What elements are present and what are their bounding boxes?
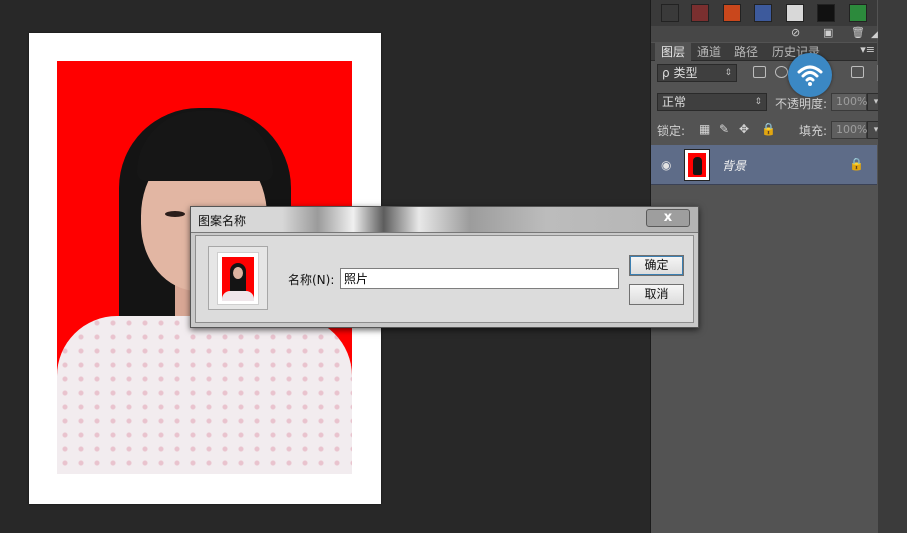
blend-mode-value: 正常 <box>662 95 687 109</box>
swatch-5[interactable] <box>817 4 835 22</box>
blend-row: 正常 ⇕ 不透明度: 100% ▾ <box>657 93 885 113</box>
tab-paths[interactable]: 路径 <box>728 43 764 61</box>
close-button[interactable]: x <box>646 209 690 227</box>
updown-arrow-icon: ⇕ <box>754 97 762 107</box>
photo-eye-left <box>165 211 185 217</box>
pattern-preview <box>208 246 268 310</box>
panel-tabs: 图层 通道 路径 历史记录 ▾≡ <box>651 43 877 61</box>
name-input[interactable] <box>340 268 619 289</box>
trash-icon[interactable]: 🗑 <box>851 26 865 39</box>
lock-move-icon[interactable]: ✥ <box>739 123 751 135</box>
wifi-icon[interactable] <box>788 53 832 97</box>
new-icon[interactable]: ▣ <box>823 26 833 39</box>
panel-menu-icon[interactable]: ▾≡ <box>860 43 875 56</box>
filter-pixel-icon[interactable] <box>753 66 766 78</box>
layers-list: ◉ 背景 🔒 <box>651 145 877 533</box>
lock-all-icon[interactable]: 🔒 <box>761 123 776 135</box>
filter-kind-label: 类型 <box>673 66 698 80</box>
swatch-bar <box>651 0 877 26</box>
tab-layers[interactable]: 图层 <box>655 43 692 61</box>
lock-transparent-icon[interactable]: ▦ <box>699 123 711 135</box>
updown-arrow-icon: ⇕ <box>724 68 732 78</box>
search-icon: ρ <box>662 66 670 80</box>
fill-input[interactable]: 100% <box>831 121 867 139</box>
swatch-2[interactable] <box>723 4 741 22</box>
filter-adjust-icon[interactable] <box>775 66 788 78</box>
lock-row: 锁定: ▦ ✎ ✥ 🔒 填充: 100% ▾ <box>657 121 885 141</box>
eye-icon[interactable]: ◉ <box>661 158 675 172</box>
swatch-actions-row: ⊘ ▣ 🗑 ◢ <box>651 26 878 42</box>
photoshop-window: ⊘ ▣ 🗑 ◢ 图层 通道 路径 历史记录 ▾≡ ρ 类型 ⇕ 正常 ⇕ 不透明… <box>0 0 907 533</box>
ok-button[interactable]: 确定 <box>629 255 684 276</box>
photo-shirt-pattern <box>57 316 352 474</box>
lock-icon: 🔒 <box>849 157 864 171</box>
filter-smart-icon[interactable] <box>851 66 864 78</box>
fill-label: 填充: <box>799 124 828 138</box>
swatch-6[interactable] <box>849 4 867 22</box>
layer-thumbnail <box>684 149 710 181</box>
swatch-4[interactable] <box>786 4 804 22</box>
resize-icon[interactable]: ◢ <box>871 30 878 40</box>
swatch-1[interactable] <box>691 4 709 22</box>
blend-mode-select[interactable]: 正常 ⇕ <box>657 93 767 111</box>
layer-filter-row: ρ 类型 ⇕ <box>657 64 885 84</box>
pattern-preview-image <box>217 252 259 305</box>
no-icon[interactable]: ⊘ <box>791 26 800 39</box>
lock-brush-icon[interactable]: ✎ <box>719 123 731 135</box>
layer-name[interactable]: 背景 <box>722 157 746 174</box>
dialog-titlebar[interactable]: 图案名称 x <box>191 207 698 233</box>
name-label: 名称(N): <box>288 273 335 287</box>
lock-label: 锁定: <box>657 124 686 138</box>
right-scrollbar[interactable] <box>878 0 907 533</box>
swatch-0[interactable] <box>661 4 679 22</box>
opacity-input[interactable]: 100% <box>831 93 867 111</box>
filter-kind-select[interactable]: ρ 类型 ⇕ <box>657 64 737 82</box>
cancel-button[interactable]: 取消 <box>629 284 684 305</box>
dialog-body: 名称(N): 确定 取消 <box>195 235 694 323</box>
pattern-name-dialog: 图案名称 x 名称(N): 确定 取消 <box>190 206 699 328</box>
tab-channels[interactable]: 通道 <box>691 43 727 61</box>
swatch-3[interactable] <box>754 4 772 22</box>
dialog-title: 图案名称 <box>198 214 247 228</box>
layer-row[interactable]: ◉ 背景 🔒 <box>651 145 877 185</box>
opacity-label: 不透明度: <box>775 97 828 111</box>
